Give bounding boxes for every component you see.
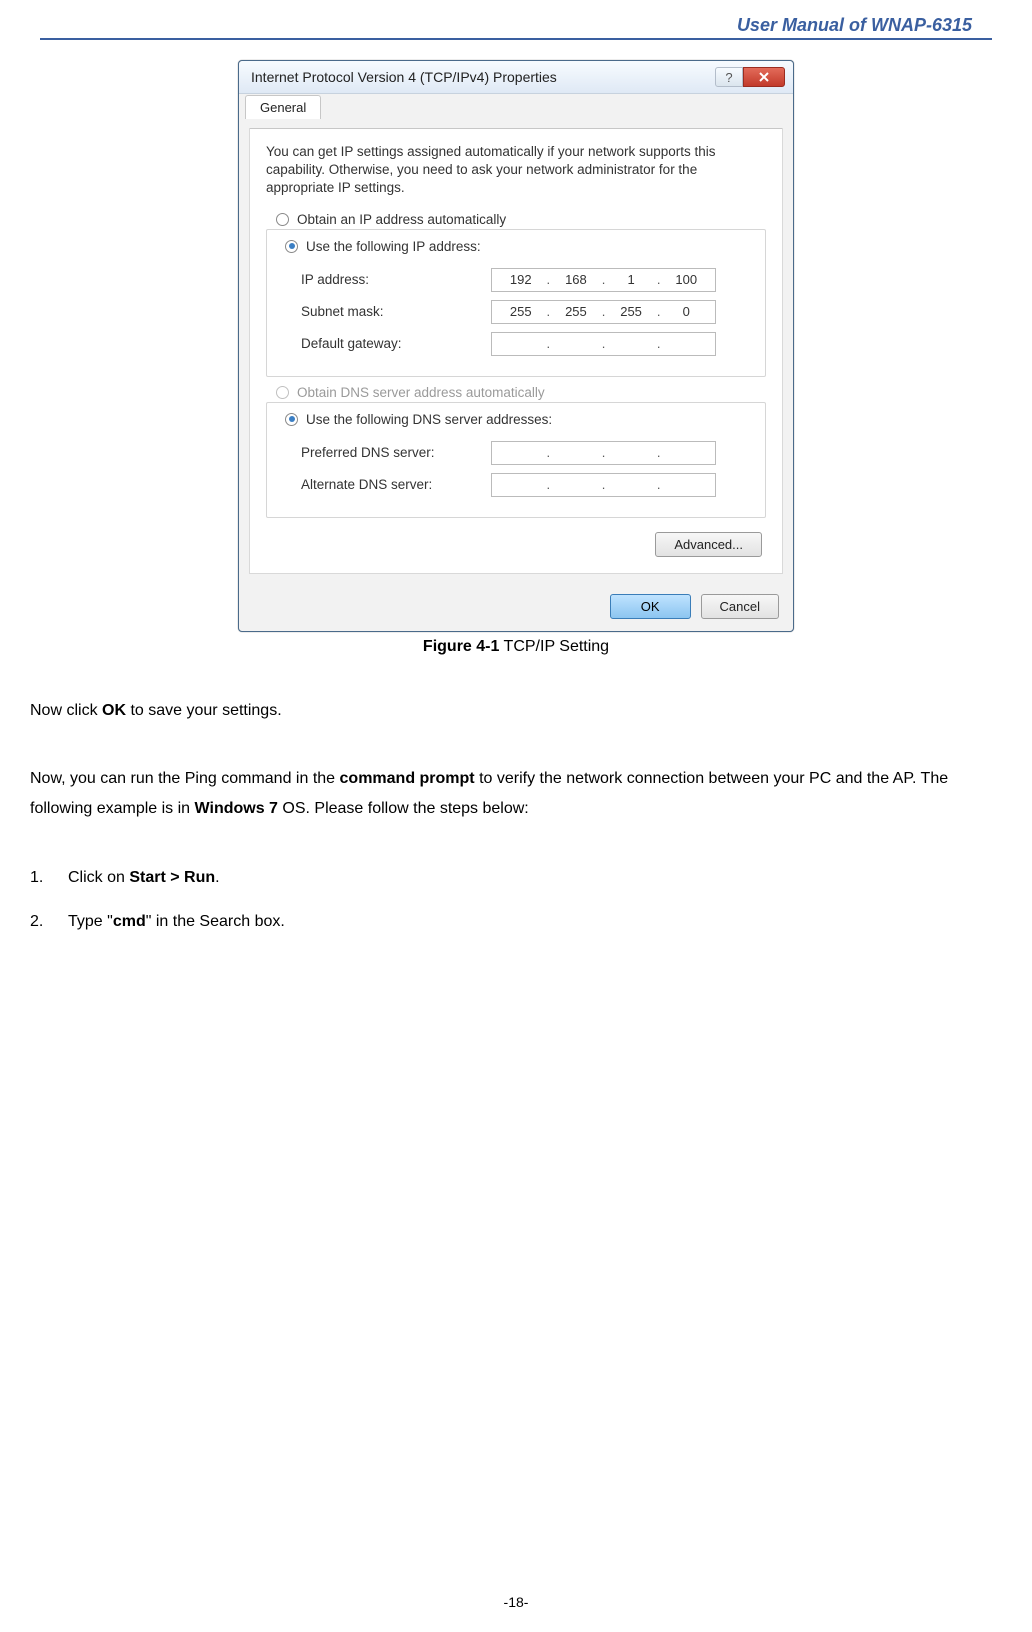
list-number: 2. [30,907,68,937]
radio-label: Obtain DNS server address automatically [297,385,545,400]
radio-dns-manual[interactable]: Use the following DNS server addresses: [281,412,556,427]
radio-ip-manual[interactable]: Use the following IP address: [281,239,485,254]
advanced-button[interactable]: Advanced... [655,532,762,557]
window-controls: ? [715,67,785,87]
radio-dns-auto: Obtain DNS server address automatically [276,385,766,400]
gateway-input[interactable]: . . . [491,332,716,356]
description-text: You can get IP settings assigned automat… [266,143,766,198]
field-label: Subnet mask: [301,304,491,319]
x-glyph [758,71,770,83]
list-item: 2. Type "cmd" in the Search box. [30,907,1002,937]
radio-label: Use the following DNS server addresses: [306,412,552,427]
subnet-mask-input[interactable]: 255. 255. 255. 0 [491,300,716,324]
ok-button[interactable]: OK [610,594,691,619]
paragraph-save: Now click OK to save your settings. [30,696,1002,726]
figure-label: Figure 4-1 [423,638,499,655]
octet: 1 [615,272,647,287]
gateway-row: Default gateway: . . . [301,332,753,356]
ip-address-row: IP address: 192. 168. 1. 100 [301,268,753,292]
tab-row: General [239,95,793,119]
radio-label: Use the following IP address: [306,239,481,254]
cancel-button[interactable]: Cancel [701,594,779,619]
octet: 255 [505,304,537,319]
preferred-dns-input[interactable]: . . . [491,441,716,465]
octet: 168 [560,272,592,287]
alternate-dns-row: Alternate DNS server: . . . [301,473,753,497]
page-number: -18- [0,1594,1032,1610]
octet: 255 [560,304,592,319]
step-list: 1. Click on Start > Run. 2. Type "cmd" i… [30,863,1002,938]
page-header: User Manual of WNAP-6315 [0,0,1032,38]
radio-icon [285,240,298,253]
close-icon[interactable] [743,67,785,87]
advanced-row: Advanced... [266,532,766,557]
radio-ip-auto[interactable]: Obtain an IP address automatically [276,212,766,227]
octet: 0 [670,304,702,319]
alternate-dns-input[interactable]: . . . [491,473,716,497]
octet: 192 [505,272,537,287]
field-label: IP address: [301,272,491,287]
list-item: 1. Click on Start > Run. [30,863,1002,893]
subnet-mask-row: Subnet mask: 255. 255. 255. 0 [301,300,753,324]
radio-label: Obtain an IP address automatically [297,212,506,227]
preferred-dns-row: Preferred DNS server: . . . [301,441,753,465]
radio-icon [276,213,289,226]
figure-caption: Figure 4-1 TCP/IP Setting [0,638,1032,656]
figure-text: TCP/IP Setting [499,638,609,655]
dialog-title: Internet Protocol Version 4 (TCP/IPv4) P… [251,69,557,85]
ip-address-input[interactable]: 192. 168. 1. 100 [491,268,716,292]
ip-group: Use the following IP address: IP address… [266,229,766,377]
radio-icon [276,386,289,399]
field-label: Alternate DNS server: [301,477,491,492]
dialog-body: You can get IP settings assigned automat… [249,128,783,574]
dialog-footer: OK Cancel [239,584,793,631]
octet: 100 [670,272,702,287]
header-rule [40,38,992,40]
titlebar: Internet Protocol Version 4 (TCP/IPv4) P… [239,61,793,94]
list-number: 1. [30,863,68,893]
field-label: Default gateway: [301,336,491,351]
octet: 255 [615,304,647,319]
field-label: Preferred DNS server: [301,445,491,460]
tab-panel: You can get IP settings assigned automat… [250,128,782,573]
paragraph-ping: Now, you can run the Ping command in the… [30,764,1002,825]
tab-general[interactable]: General [245,95,321,119]
radio-icon [285,413,298,426]
properties-dialog: Internet Protocol Version 4 (TCP/IPv4) P… [238,60,794,632]
dns-group: Use the following DNS server addresses: … [266,402,766,518]
dialog-container: Internet Protocol Version 4 (TCP/IPv4) P… [0,60,1032,632]
help-icon[interactable]: ? [715,67,743,87]
